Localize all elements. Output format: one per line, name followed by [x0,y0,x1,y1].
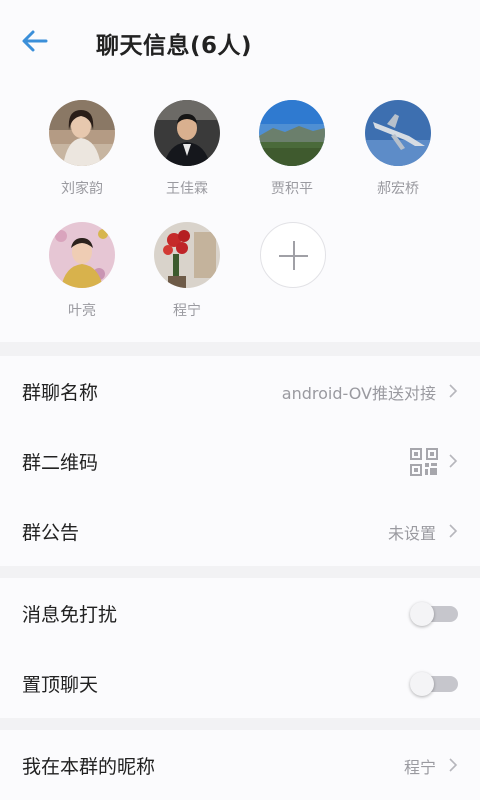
avatar[interactable] [49,100,115,166]
chevron-right-icon [449,384,458,398]
plus-icon[interactable] [260,222,326,288]
arrow-left-icon[interactable] [18,26,50,56]
pin-toggle[interactable] [410,672,458,696]
announcement-value: 未设置 [387,524,436,543]
qr-code-icon [410,448,438,476]
row-label: 群公告 [22,522,80,544]
announcement-row[interactable]: 群公告 未设置 [0,496,480,566]
member-item[interactable]: 叶亮 [37,222,127,320]
row-label: 群二维码 [22,452,99,474]
toggle-knob [410,602,434,626]
avatar[interactable] [259,100,325,166]
avatar[interactable] [154,222,220,288]
member-name: 叶亮 [68,303,96,319]
mute-row: 消息免打扰 [0,578,480,648]
nickname-section: 我在本群的昵称 程宁 [0,730,480,800]
page-title: 聊天信息(6人) [96,33,253,59]
group-name-value: android-OV推送对接 [281,384,436,403]
chevron-right-icon [449,524,458,538]
group-info-section: 群聊名称 android-OV推送对接 群二维码 群公告 未设置 [0,356,480,566]
member-name: 程宁 [173,303,201,319]
member-item[interactable]: 郝宏桥 [353,100,443,198]
add-member-button[interactable] [248,222,338,288]
nickname-row[interactable]: 我在本群的昵称 程宁 [0,730,480,800]
member-item[interactable]: 程宁 [142,222,232,320]
avatar[interactable] [49,222,115,288]
top-bar: 聊天信息(6人) [0,0,480,84]
row-label: 群聊名称 [22,382,99,404]
member-name: 刘家韵 [61,181,103,197]
chevron-right-icon [449,454,458,468]
qr-code-row[interactable]: 群二维码 [0,426,480,496]
member-item[interactable]: 王佳霖 [142,100,232,198]
member-grid: 刘家韵 王佳霖 贾积平 郝宏桥 叶亮 程宁 [0,84,480,342]
member-item[interactable]: 贾积平 [247,100,337,198]
chevron-right-icon [449,758,458,772]
avatar[interactable] [365,100,431,166]
row-label: 我在本群的昵称 [22,756,156,778]
member-name: 王佳霖 [166,181,208,197]
toggle-knob [410,672,434,696]
notification-section: 消息免打扰 置顶聊天 [0,578,480,718]
mute-toggle[interactable] [410,602,458,626]
member-name: 郝宏桥 [377,181,419,197]
row-label: 消息免打扰 [22,604,118,626]
member-name: 贾积平 [271,181,313,197]
group-name-row[interactable]: 群聊名称 android-OV推送对接 [0,356,480,426]
member-item[interactable]: 刘家韵 [37,100,127,198]
row-label: 置顶聊天 [22,674,99,696]
avatar[interactable] [154,100,220,166]
nickname-value: 程宁 [403,758,436,777]
pin-row: 置顶聊天 [0,648,480,718]
